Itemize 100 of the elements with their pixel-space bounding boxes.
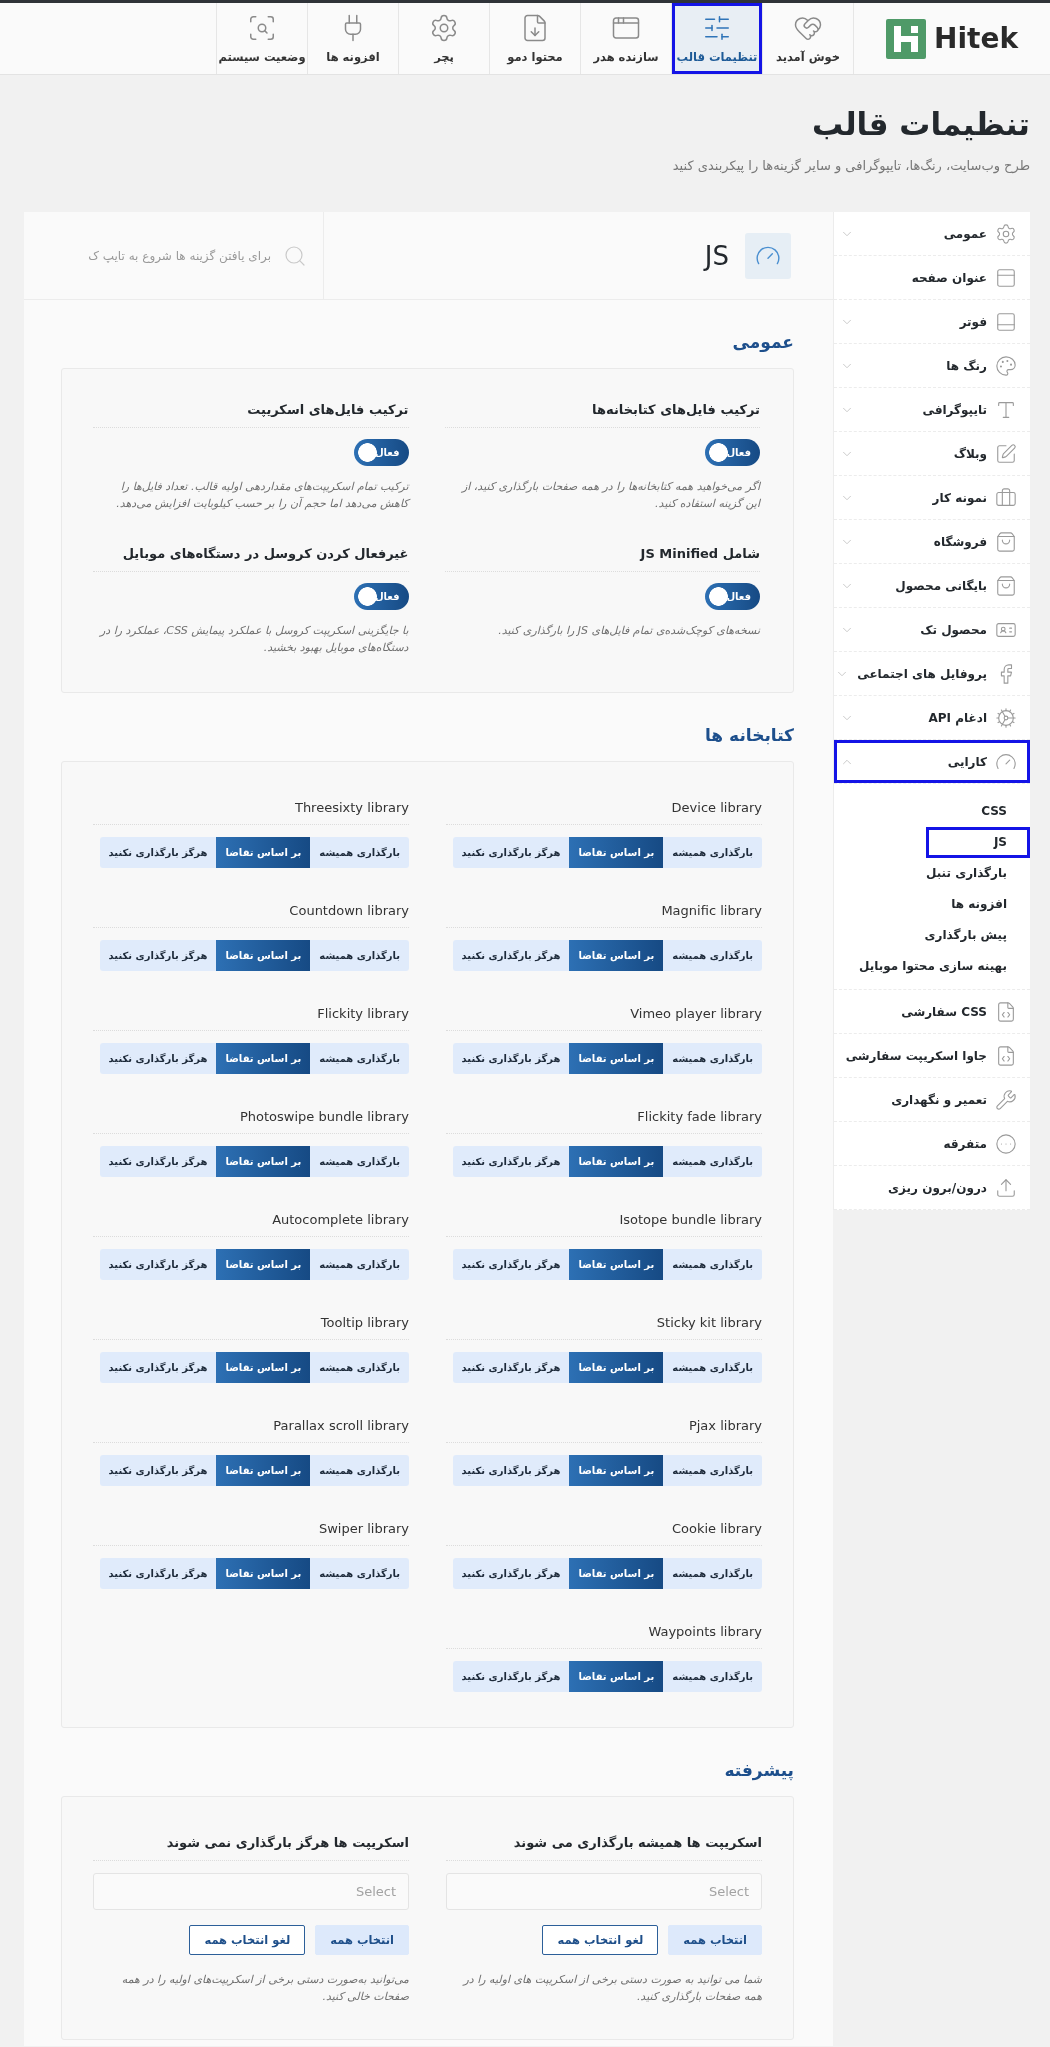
load-option-button[interactable]: هرگز بارگذاری نکنید bbox=[452, 1558, 570, 1589]
load-option-button[interactable]: هرگز بارگذاری نکنید bbox=[99, 1455, 217, 1486]
field-title: شامل JS Minified bbox=[640, 546, 760, 561]
nav-tab[interactable]: افزونه ها bbox=[307, 3, 398, 74]
nav-tab[interactable]: وضعیت سیستم bbox=[216, 3, 307, 74]
field-title: اسکریپت ها هرگز بارگذاری نمی شوند bbox=[166, 1835, 409, 1850]
library-title: Isotope bundle library bbox=[619, 1212, 762, 1227]
sidebar-subitem[interactable]: افزونه ها bbox=[926, 889, 1030, 920]
load-option-button[interactable]: هرگز بارگذاری نکنید bbox=[452, 1043, 570, 1074]
load-option-button[interactable]: هرگز بارگذاری نکنید bbox=[99, 1558, 217, 1589]
toggle-switch[interactable]: فعال bbox=[705, 583, 760, 610]
load-option-button[interactable]: هرگز بارگذاری نکنید bbox=[99, 1352, 217, 1383]
gear-icon bbox=[429, 13, 459, 43]
load-option-button[interactable]: بر اساس تقاضا bbox=[569, 1661, 664, 1692]
sidebar-subitem[interactable]: بارگذاری تنبل bbox=[902, 858, 1030, 889]
load-option-button[interactable]: هرگز بارگذاری نکنید bbox=[452, 1661, 570, 1692]
field-description: نسخه‌های کوچک‌شده‌ی تمام فایل‌های JS را بارگذاری کنید. bbox=[497, 623, 760, 639]
load-option-button[interactable]: بر اساس تقاضا bbox=[216, 837, 311, 868]
field-title: ترکیب فایل‌های کتابخانه‌ها bbox=[592, 402, 760, 417]
load-option-button[interactable]: هرگز بارگذاری نکنید bbox=[452, 940, 570, 971]
library-title: Swiper library bbox=[318, 1521, 409, 1536]
load-option-button[interactable]: بر اساس تقاضا bbox=[216, 1352, 311, 1383]
deselect-all-button[interactable]: لغو انتخاب همه bbox=[189, 1925, 306, 1955]
load-option-button[interactable]: بر اساس تقاضا bbox=[216, 1146, 311, 1177]
toggle-switch[interactable]: فعال bbox=[353, 583, 409, 610]
load-option-button[interactable]: بر اساس تقاضا bbox=[569, 1249, 664, 1280]
library-title: Countdown library bbox=[289, 903, 409, 918]
load-option-button[interactable]: بارگذاری همیشه bbox=[310, 940, 409, 971]
load-option-button[interactable]: بر اساس تقاضا bbox=[216, 1558, 311, 1589]
field-description: اگر می‌خواهید همه کتابخانه‌ها را در همه صفحات بارگذاری کنید، از این گزینه استفاده کنید. bbox=[460, 479, 760, 512]
load-option-button[interactable]: بارگذاری همیشه bbox=[310, 1249, 409, 1280]
load-option-button[interactable]: بارگذاری همیشه bbox=[310, 1146, 409, 1177]
load-option-button[interactable]: هرگز بارگذاری نکنید bbox=[452, 837, 570, 868]
load-option-button[interactable]: بر اساس تقاضا bbox=[569, 1043, 664, 1074]
panel-top-icon bbox=[995, 266, 1017, 289]
load-option-button[interactable]: هرگز بارگذاری نکنید bbox=[99, 1043, 217, 1074]
load-option-button[interactable]: بر اساس تقاضا bbox=[569, 1352, 664, 1383]
library-title: Device library bbox=[671, 800, 762, 815]
load-option-button[interactable]: هرگز بارگذاری نکنید bbox=[452, 1352, 570, 1383]
load-option-button[interactable]: بر اساس تقاضا bbox=[569, 1455, 664, 1486]
wrench-icon bbox=[995, 1088, 1017, 1111]
load-option-button[interactable]: بر اساس تقاضا bbox=[569, 837, 664, 868]
load-option-button[interactable]: بارگذاری همیشه bbox=[310, 1558, 409, 1589]
deselect-all-button[interactable]: لغو انتخاب همه bbox=[542, 1925, 659, 1955]
toggle-switch[interactable]: فعال bbox=[705, 439, 760, 466]
nav-tab[interactable]: سازنده هدر bbox=[580, 3, 671, 74]
load-option-button[interactable]: بارگذاری همیشه bbox=[663, 1043, 762, 1074]
nav-tab[interactable]: محتوا دمو bbox=[489, 3, 580, 74]
load-option-button[interactable]: بارگذاری همیشه bbox=[663, 1249, 762, 1280]
library-title: Photoswipe bundle library bbox=[239, 1109, 409, 1124]
sidebar-subitem[interactable]: پیش بارگذاری bbox=[901, 920, 1030, 951]
upload-icon bbox=[995, 1176, 1017, 1199]
library-title: Sticky kit library bbox=[656, 1315, 762, 1330]
section-heading: کتابخانه ها bbox=[704, 724, 794, 747]
library-title: Flickity fade library bbox=[637, 1109, 762, 1124]
load-option-button[interactable]: بر اساس تقاضا bbox=[216, 1249, 311, 1280]
load-option-button[interactable]: هرگز بارگذاری نکنید bbox=[99, 1146, 217, 1177]
field-description: می‌توانید به‌صورت دستی برخی از اسکریپت‌های اولیه را در همه صفحات خالی کنید. bbox=[120, 1972, 409, 2005]
field-description: با جایگزینی اسکریپت کروسل با عملکرد پیمایش CSS، عملکرد را در دستگاه‌های موبایل بهبود بخشید. bbox=[98, 623, 409, 656]
load-option-button[interactable]: بارگذاری همیشه bbox=[310, 1352, 409, 1383]
select-field[interactable]: Select bbox=[446, 1873, 762, 1910]
load-option-button[interactable]: بارگذاری همیشه bbox=[663, 1455, 762, 1486]
sidebar-item[interactable]: کارایی bbox=[834, 740, 1030, 784]
select-all-button[interactable]: انتخاب همه bbox=[668, 1925, 762, 1955]
sidebar-subitem[interactable]: JS bbox=[926, 827, 1030, 858]
load-option-button[interactable]: بر اساس تقاضا bbox=[216, 940, 311, 971]
sidebar-subitem[interactable]: CSS bbox=[926, 796, 1030, 827]
nav-tab[interactable]: پچر bbox=[398, 3, 489, 74]
load-option-button[interactable]: هرگز بارگذاری نکنید bbox=[99, 837, 217, 868]
load-option-button[interactable]: بر اساس تقاضا bbox=[569, 940, 664, 971]
load-option-button[interactable]: بارگذاری همیشه bbox=[663, 940, 762, 971]
select-field[interactable]: Select bbox=[93, 1873, 409, 1910]
toggle-switch[interactable]: فعال bbox=[353, 439, 409, 466]
load-option-button[interactable]: بارگذاری همیشه bbox=[310, 837, 409, 868]
load-option-button[interactable]: بارگذاری همیشه bbox=[663, 1558, 762, 1589]
section-heading: پیشرفته bbox=[723, 1759, 794, 1782]
load-option-button[interactable]: بر اساس تقاضا bbox=[569, 1558, 664, 1589]
search-field[interactable]: برای یافتن گزینه ها شروع به تایپ ک bbox=[36, 247, 273, 264]
load-option-button[interactable]: بارگذاری همیشه bbox=[663, 1146, 762, 1177]
section-heading: عمومی bbox=[731, 331, 794, 354]
sidebar-subitem[interactable]: بهینه سازی محتوا موبایل bbox=[835, 951, 1030, 982]
load-option-button[interactable]: بارگذاری همیشه bbox=[310, 1043, 409, 1074]
load-option-button[interactable]: بارگذاری همیشه bbox=[663, 1352, 762, 1383]
load-option-button[interactable]: بارگذاری همیشه bbox=[310, 1455, 409, 1486]
search-icon bbox=[283, 243, 307, 268]
load-option-button[interactable]: بر اساس تقاضا bbox=[216, 1455, 311, 1486]
ellipsis-circle-icon bbox=[995, 1132, 1017, 1155]
load-option-button[interactable]: بر اساس تقاضا bbox=[216, 1043, 311, 1074]
load-option-button[interactable]: هرگز بارگذاری نکنید bbox=[452, 1146, 570, 1177]
load-option-button[interactable]: هرگز بارگذاری نکنید bbox=[99, 1249, 217, 1280]
load-option-button[interactable]: هرگز بارگذاری نکنید bbox=[99, 940, 217, 971]
load-option-button[interactable]: بر اساس تقاضا bbox=[569, 1146, 664, 1177]
library-title: Waypoints library bbox=[648, 1624, 762, 1639]
load-option-button[interactable]: هرگز بارگذاری نکنید bbox=[452, 1455, 570, 1486]
load-option-button[interactable]: بارگذاری همیشه bbox=[663, 1661, 762, 1692]
select-all-button[interactable]: انتخاب همه bbox=[315, 1925, 409, 1955]
load-option-button[interactable]: هرگز بارگذاری نکنید bbox=[452, 1249, 570, 1280]
load-option-button[interactable]: بارگذاری همیشه bbox=[663, 837, 762, 868]
nav-tab[interactable]: تنظیمات قالب bbox=[671, 3, 762, 74]
panel-title: JS bbox=[704, 240, 729, 271]
